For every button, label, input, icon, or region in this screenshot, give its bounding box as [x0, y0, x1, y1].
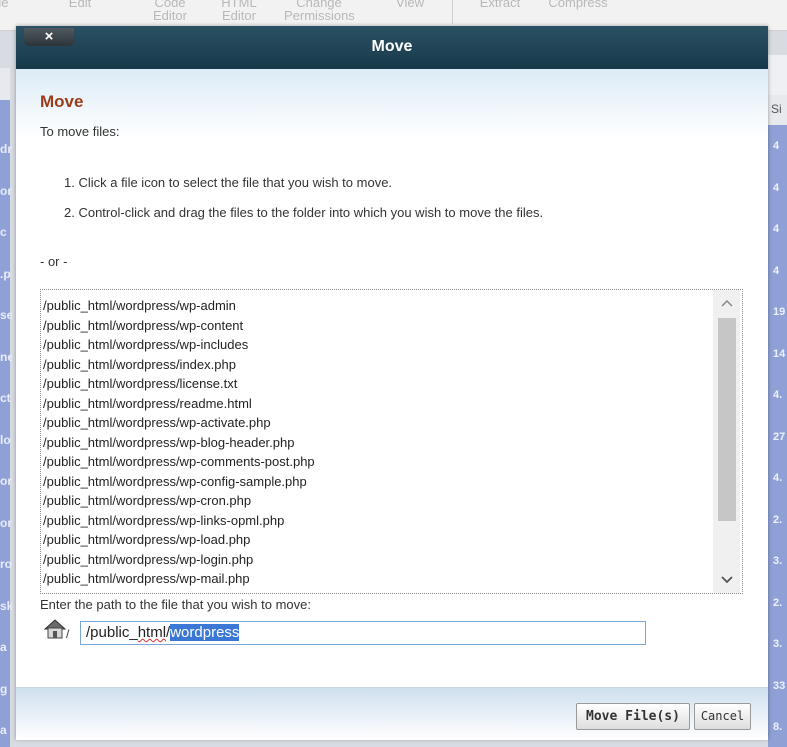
background-size-fragment: 4: [773, 264, 780, 277]
background-cell-fragment: se: [0, 308, 12, 322]
list-item[interactable]: /public_html/wordpress/wp-admin: [43, 296, 315, 316]
listbox-scrollbar[interactable]: [713, 290, 740, 593]
background-size-fragment: 2.: [773, 513, 783, 526]
chevron-down-icon[interactable]: [713, 567, 740, 593]
background-size-fragment: 19: [773, 306, 786, 318]
list-item[interactable]: /public_html/wordpress/wp-includes: [43, 335, 315, 355]
list-item[interactable]: /public_html/wordpress/wp-comments-post.…: [43, 452, 315, 472]
list-item[interactable]: /public_html/wordpress/wp-config-sample.…: [43, 472, 315, 492]
background-size-fragment: 4.: [773, 389, 783, 401]
background-cell-fragment: or: [0, 515, 12, 530]
path-selected-text: wordpress: [170, 624, 240, 641]
instruction-step: 1. Click a file icon to select the file …: [64, 175, 393, 190]
size-column-header[interactable]: Si: [768, 95, 787, 125]
dialog-title: Move: [371, 38, 413, 55]
list-item[interactable]: /public_html/wordpress/wp-load.php: [43, 530, 315, 550]
background-size-fragment: 33: [773, 679, 786, 692]
or-separator: - or -: [40, 254, 68, 269]
toolbar-item[interactable]: Edit: [60, 0, 100, 9]
path-input[interactable]: /public_html/wordpress: [80, 621, 646, 645]
list-item[interactable]: /public_html/wordpress/wp-activate.php: [43, 413, 315, 433]
list-item[interactable]: /public_html/wordpress/license.txt: [43, 374, 315, 394]
background-size-fragment: 3.: [773, 638, 783, 650]
move-dialog: × Move Move To move files: 1. Click a fi…: [16, 26, 768, 740]
background-size-fragment: 4: [773, 223, 780, 235]
background-cell-fragment: or: [0, 474, 12, 488]
cancel-button[interactable]: Cancel: [694, 703, 751, 730]
list-item[interactable]: /public_html/wordpress/wp-login.php: [43, 550, 315, 570]
root-slash: /: [66, 627, 70, 641]
toolbar-item[interactable]: View: [390, 0, 430, 9]
background-cell-fragment: a: [0, 640, 7, 654]
background-cell-fragment: or: [0, 183, 12, 198]
dialog-heading: Move: [40, 92, 84, 111]
file-list-background-left: dr or c .p se ne ct lo or or ro sk a g a: [0, 68, 12, 747]
background-cell-fragment: ne: [0, 349, 12, 364]
background-size-fragment: 14: [773, 347, 786, 360]
instruction-step: 2. Control-click and drag the files to t…: [64, 205, 544, 220]
list-item[interactable]: /public_html/wordpress/wp-mail.php: [43, 569, 315, 589]
toolbar-item[interactable]: File: [0, 0, 18, 9]
list-item[interactable]: /public_html/wordpress/index.php: [43, 355, 315, 375]
chevron-up-icon[interactable]: [713, 290, 740, 316]
path-spellcheck-word: html: [137, 624, 167, 641]
file-path-listbox[interactable]: /public_html/wordpress/wp-admin/public_h…: [40, 289, 743, 594]
dialog-footer: Move File(s) Cancel: [16, 687, 768, 740]
background-strip: [768, 55, 787, 95]
background-size-fragment: 4: [773, 181, 780, 194]
toolbar-item[interactable]: Extract: [470, 0, 530, 9]
background-size-fragment: 8.: [773, 721, 783, 733]
dialog-titlebar: × Move: [16, 26, 768, 69]
background-cell-fragment: .p: [0, 266, 11, 281]
move-files-button[interactable]: Move File(s): [576, 703, 690, 730]
toolbar-item[interactable]: HTML Editor: [210, 0, 268, 22]
background-cell-fragment: a: [0, 723, 7, 737]
background-cell-fragment: ct: [0, 391, 11, 405]
background-cell-fragment: ro: [0, 557, 12, 571]
file-list-background-right: 4 4 4 4 19 14 4. 27 4. 2. 3. 2. 3. 33 8.: [768, 95, 787, 747]
toolbar-item[interactable]: Compress: [543, 0, 613, 9]
list-item[interactable]: /public_html/wordpress/wp-blog-header.ph…: [43, 433, 315, 453]
dialog-body: Move To move files: 1. Click a file icon…: [16, 69, 768, 687]
path-field-label: Enter the path to the file that you wish…: [40, 597, 311, 612]
list-item[interactable]: /public_html/wordpress/readme.html: [43, 394, 315, 414]
list-item[interactable]: /public_html/wordpress/wp-cron.php: [43, 491, 315, 511]
background-size-fragment: 27: [773, 430, 786, 443]
background-cell-fragment: g: [0, 681, 8, 696]
list-item[interactable]: /public_html/wordpress/wp-settings.php: [43, 589, 315, 594]
path-prefix: /public_: [86, 624, 138, 641]
background-cell-fragment: c: [0, 225, 7, 239]
background-size-fragment: 4: [773, 140, 780, 152]
list-item[interactable]: /public_html/wordpress/wp-content: [43, 316, 315, 336]
toolbar-item[interactable]: Change Permissions: [284, 0, 355, 22]
background-size-fragment: 3.: [773, 555, 783, 567]
toolbar-separator: [452, 0, 453, 24]
background-cell-fragment: dr: [0, 142, 12, 156]
home-icon[interactable]: [43, 617, 67, 641]
scrollbar-thumb[interactable]: [718, 318, 736, 521]
background-cell-fragment: lo: [0, 432, 11, 447]
list-item[interactable]: /public_html/wordpress/wp-links-opml.php: [43, 511, 315, 531]
column-header-fragment: [0, 68, 10, 100]
toolbar-item[interactable]: Code Editor: [140, 0, 200, 22]
background-size-fragment: 2.: [773, 596, 783, 609]
background-size-fragment: 4.: [773, 472, 783, 484]
background-cell-fragment: sk: [0, 598, 12, 613]
intro-text: To move files:: [40, 124, 120, 139]
